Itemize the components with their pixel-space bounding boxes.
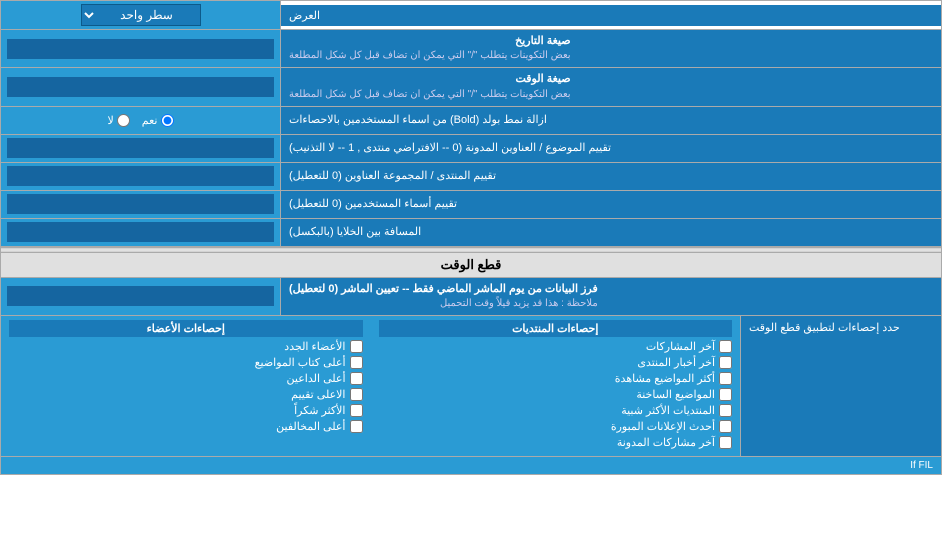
users-align-input-area: 0 bbox=[1, 191, 281, 218]
cell-distance-row: المسافة بين الخلايا (بالبكسل) 2 bbox=[1, 219, 941, 247]
bold-yes-radio[interactable] bbox=[161, 114, 174, 127]
stat-members-2-check[interactable] bbox=[350, 372, 363, 385]
cell-distance-input[interactable]: 2 bbox=[7, 222, 274, 242]
time-format-row: صيغة الوقت بعض التكوينات يتطلب "/" التي … bbox=[1, 68, 941, 106]
forum-subject-row: تقييم الموضوع / العناوين المدونة (0 -- ا… bbox=[1, 135, 941, 163]
time-section-header: قطع الوقت bbox=[1, 253, 941, 278]
date-format-label: صيغة التاريخ بعض التكوينات يتطلب "/" الت… bbox=[281, 30, 941, 67]
users-align-input[interactable]: 0 bbox=[7, 194, 274, 214]
forum-align-input-area: 33 bbox=[1, 163, 281, 190]
time-main-label: فرز البيانات من يوم الماشر الماضي فقط --… bbox=[281, 278, 941, 315]
stat-forums-5: أحدث الإعلانات المبورة bbox=[379, 420, 733, 433]
forum-subject-input[interactable]: 33 bbox=[7, 138, 274, 158]
date-format-input[interactable]: d-m bbox=[7, 39, 274, 59]
forum-subject-label: تقييم الموضوع / العناوين المدونة (0 -- ا… bbox=[281, 135, 941, 162]
bold-remove-row: ازالة نمط بولد (Bold) من اسماء المستخدمي… bbox=[1, 107, 941, 135]
forum-align-label: تقييم المنتدى / المجموعة العناوين (0 للت… bbox=[281, 163, 941, 190]
bold-no-radio[interactable] bbox=[117, 114, 130, 127]
bold-remove-label: ازالة نمط بولد (Bold) من اسماء المستخدمي… bbox=[281, 107, 941, 134]
stat-members-3-check[interactable] bbox=[350, 388, 363, 401]
date-format-input-area: d-m bbox=[1, 30, 281, 67]
stat-forums-3-check[interactable] bbox=[719, 388, 732, 401]
stats-columns: إحصاءات المنتديات آخر المشاركات آخر أخبا… bbox=[1, 316, 741, 456]
stat-forums-3: المواضيع الساخنة bbox=[379, 388, 733, 401]
stat-forums-6: آخر مشاركات المدونة bbox=[379, 436, 733, 449]
cell-distance-label: المسافة بين الخلايا (بالبكسل) bbox=[281, 219, 941, 246]
forum-subject-input-area: 33 bbox=[1, 135, 281, 162]
display-select[interactable]: سطر واحد bbox=[81, 4, 201, 26]
display-select-area: سطر واحد bbox=[1, 1, 281, 29]
stat-forums-2: أكثر المواضيع مشاهدة bbox=[379, 372, 733, 385]
display-label: العرض bbox=[281, 5, 941, 26]
time-format-input[interactable]: H:i bbox=[7, 77, 274, 97]
stat-members-4: الأكثر شكراً bbox=[9, 404, 363, 417]
forum-align-row: تقييم المنتدى / المجموعة العناوين (0 للت… bbox=[1, 163, 941, 191]
stats-col-forums: إحصاءات المنتديات آخر المشاركات آخر أخبا… bbox=[371, 316, 742, 456]
stat-forums-0: آخر المشاركات bbox=[379, 340, 733, 353]
date-format-row: صيغة التاريخ بعض التكوينات يتطلب "/" الت… bbox=[1, 30, 941, 68]
time-format-input-area: H:i bbox=[1, 68, 281, 105]
time-main-input[interactable]: 0 bbox=[7, 286, 274, 306]
stat-members-2: أعلى الداعين bbox=[9, 372, 363, 385]
users-align-row: تقييم أسماء المستخدمين (0 للتعطيل) 0 bbox=[1, 191, 941, 219]
stat-members-0: الأعضاء الجدد bbox=[9, 340, 363, 353]
stat-forums-1-check[interactable] bbox=[719, 356, 732, 369]
stat-forums-6-check[interactable] bbox=[719, 436, 732, 449]
time-main-input-area: 0 bbox=[1, 278, 281, 315]
users-align-label: تقييم أسماء المستخدمين (0 للتعطيل) bbox=[281, 191, 941, 218]
bottom-note: If FIL bbox=[1, 457, 941, 474]
stat-forums-4: المنتديات الأكثر شبية bbox=[379, 404, 733, 417]
stat-forums-1: آخر أخبار المنتدى bbox=[379, 356, 733, 369]
stat-forums-2-check[interactable] bbox=[719, 372, 732, 385]
stat-forums-0-check[interactable] bbox=[719, 340, 732, 353]
stat-members-1: أعلى كتاب المواضيع bbox=[9, 356, 363, 369]
bold-no-label[interactable]: لا bbox=[108, 114, 130, 127]
stats-col-members-header: إحصاءات الأعضاء bbox=[9, 320, 363, 337]
stat-members-5: أعلى المخالفين bbox=[9, 420, 363, 433]
display-row: العرض سطر واحد bbox=[1, 1, 941, 30]
stat-members-3: الاعلى تقييم bbox=[9, 388, 363, 401]
bold-yes-label[interactable]: نعم bbox=[142, 114, 174, 127]
stats-col-members: إحصاءات الأعضاء الأعضاء الجدد أعلى كتاب … bbox=[1, 316, 371, 456]
stats-col-forums-header: إحصاءات المنتديات bbox=[379, 320, 733, 337]
time-format-label: صيغة الوقت بعض التكوينات يتطلب "/" التي … bbox=[281, 68, 941, 105]
stat-forums-5-check[interactable] bbox=[719, 420, 732, 433]
stats-apply-label: حدد إحصاءات لتطبيق قطع الوقت bbox=[741, 316, 941, 456]
stat-members-0-check[interactable] bbox=[350, 340, 363, 353]
main-container: العرض سطر واحد صيغة التاريخ بعض التكوينا… bbox=[0, 0, 942, 475]
time-main-row: فرز البيانات من يوم الماشر الماضي فقط --… bbox=[1, 278, 941, 316]
bold-remove-radio-area: نعم لا bbox=[1, 107, 281, 134]
stat-members-4-check[interactable] bbox=[350, 404, 363, 417]
stat-forums-4-check[interactable] bbox=[719, 404, 732, 417]
stats-section: حدد إحصاءات لتطبيق قطع الوقت إحصاءات الم… bbox=[1, 316, 941, 457]
stat-members-5-check[interactable] bbox=[350, 420, 363, 433]
forum-align-input[interactable]: 33 bbox=[7, 166, 274, 186]
stat-members-1-check[interactable] bbox=[350, 356, 363, 369]
cell-distance-input-area: 2 bbox=[1, 219, 281, 246]
